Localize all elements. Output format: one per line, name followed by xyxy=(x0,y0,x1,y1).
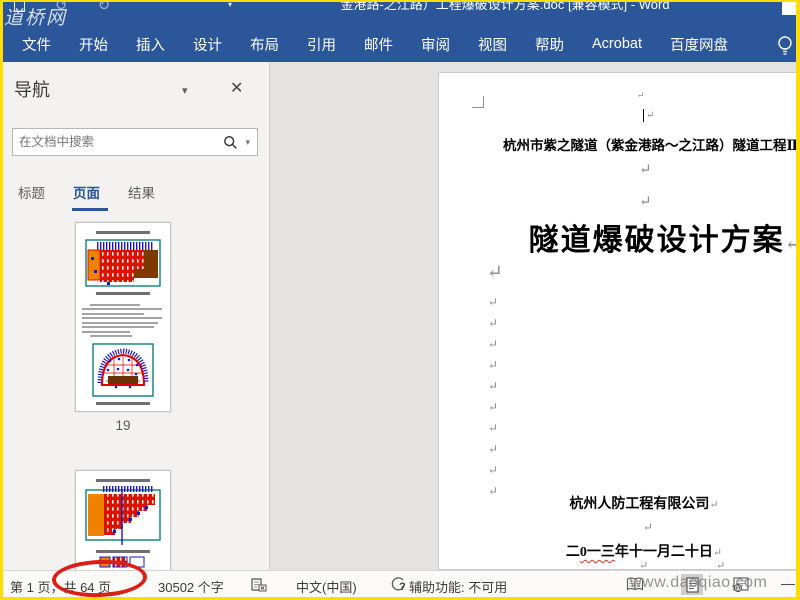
ribbon-tab-file[interactable]: 文件 xyxy=(8,26,65,63)
thumbnail-caption-bar xyxy=(96,401,150,405)
ribbon-tab-help[interactable]: 帮助 xyxy=(521,26,578,63)
nav-tab-results[interactable]: 结果 xyxy=(128,182,155,211)
paragraph-mark: ↵ xyxy=(488,421,499,435)
nav-tabs: 标题 页面 结果 xyxy=(18,182,155,211)
status-bar: 第 1 页，共 64 页 30502 个字 中文(中国) ? 辅助功能: 不可用 xyxy=(0,570,800,597)
zoom-out-button[interactable]: — xyxy=(781,575,795,591)
paragraph-mark: ↵ xyxy=(716,560,726,571)
nav-close-icon[interactable]: ✕ xyxy=(230,78,243,98)
paragraph-mark: ↵ xyxy=(639,162,652,178)
paragraph-mark: ↵ xyxy=(709,499,719,511)
search-icon[interactable] xyxy=(223,135,238,150)
blasting-layout-diagram xyxy=(85,239,161,287)
paragraph-mark: ↵ xyxy=(637,90,645,100)
paragraph-mark: ↵ xyxy=(488,379,499,393)
redo-icon[interactable]: ↻ xyxy=(98,0,111,14)
paragraph-mark: ↵ xyxy=(646,110,655,121)
thumbnail-caption-bar xyxy=(96,550,150,553)
language-status[interactable]: 中文(中国) xyxy=(296,577,357,596)
ribbon-tab-acrobat[interactable]: Acrobat xyxy=(578,28,656,60)
daoqiao-watermark-top: 道桥网 xyxy=(4,8,68,29)
thumbnail-page-number: 19 xyxy=(115,418,131,433)
ribbon-tab-view[interactable]: 视图 xyxy=(464,26,521,63)
paragraph-mark: ↵ xyxy=(488,400,499,414)
paragraph-mark: ↵ xyxy=(639,560,649,571)
search-dropdown-icon[interactable]: ▾ xyxy=(245,137,250,148)
text-cursor xyxy=(643,109,644,122)
frame-border xyxy=(0,0,800,2)
paragraph-mark: ↵ xyxy=(643,520,654,534)
nav-tab-headings[interactable]: 标题 xyxy=(18,182,45,211)
paragraph-mark: ↵ xyxy=(488,295,499,309)
document-main-title: 隧道爆破设计方案↵ xyxy=(516,215,800,259)
accessibility-icon[interactable]: ? xyxy=(390,577,407,593)
page-number-status[interactable]: 第 1 页，共 64 页 xyxy=(10,577,111,596)
frame-border xyxy=(796,0,800,600)
nav-options-caret-icon[interactable]: ▾ xyxy=(182,84,188,97)
ribbon-tab-layout[interactable]: 布局 xyxy=(236,26,293,63)
page-thumbnail-20[interactable] xyxy=(75,470,171,570)
ribbon-tab-review[interactable]: 审阅 xyxy=(407,26,464,63)
paragraph-mark: ↵ xyxy=(488,316,499,330)
lightbulb-icon[interactable] xyxy=(776,34,794,58)
paragraph-mark: ↵ xyxy=(488,442,499,456)
daoqiao-watermark-bottom: www.daoqiao.com xyxy=(630,574,768,591)
tunnel-cross-section-diagram xyxy=(92,342,154,397)
page-thumbnail-19[interactable] xyxy=(75,222,171,412)
empty-paragraph-marks: ↵ ↵ ↵ ↵ ↵ ↵ ↵ ↵ ↵ ↵ xyxy=(488,292,498,502)
title-bar: ↺ ↻ ▾ 金港路-之江路）工程爆破设计方案.doc [兼容模式] - Word xyxy=(0,0,800,26)
thumbnail-text-lines xyxy=(82,301,164,340)
paragraph-mark: ↵ xyxy=(488,463,499,477)
partial-diagram xyxy=(99,556,145,568)
thumbnail-caption-bar xyxy=(96,231,150,234)
paragraph-mark: ↵ xyxy=(488,484,499,498)
thumbnail-caption-bar xyxy=(96,479,150,482)
nav-tab-pages[interactable]: 页面 xyxy=(72,182,108,211)
document-date-line: 二0一三年十一月二十日↵ xyxy=(565,545,723,560)
document-canvas-area: ↵ ↵ 杭州市紫之隧道（紫金港路～之江路）隧道工程Ⅱ标↵ ↵ ↵ 隧道爆破设计方… xyxy=(270,62,800,570)
frame-border xyxy=(0,0,3,600)
corner-notch xyxy=(782,2,796,15)
spellcheck-squiggle: 0一三 xyxy=(579,545,615,560)
ribbon-tab-home[interactable]: 开始 xyxy=(65,26,122,63)
ribbon-tab-baidu-netdisk[interactable]: 百度网盘 xyxy=(656,26,742,63)
proofing-error-icon[interactable] xyxy=(250,577,268,593)
navigation-pane: 导航 ▾ ✕ ▾ 标题 页面 结果 xyxy=(0,62,270,570)
paragraph-mark: ↵ xyxy=(639,194,652,210)
ribbon-tab-design[interactable]: 设计 xyxy=(179,26,236,63)
accessibility-status[interactable]: 辅助功能: 不可用 xyxy=(409,577,507,596)
paragraph-mark: ↵ xyxy=(487,262,503,283)
ribbon-tab-mailings[interactable]: 邮件 xyxy=(350,26,407,63)
document-page[interactable]: ↵ ↵ 杭州市紫之隧道（紫金港路～之江路）隧道工程Ⅱ标↵ ↵ ↵ 隧道爆破设计方… xyxy=(438,72,800,570)
word-count-status[interactable]: 30502 个字 xyxy=(158,577,224,596)
document-search-box[interactable]: ▾ xyxy=(12,128,258,156)
ribbon-tab-insert[interactable]: 插入 xyxy=(122,26,179,63)
paragraph-mark: ↵ xyxy=(712,547,723,559)
paragraph-mark: ↵ xyxy=(488,337,499,351)
thumbnail-caption-bar xyxy=(96,292,150,295)
document-company-line: 杭州人防工程有限公司↵ xyxy=(569,497,719,512)
paragraph-mark: ↵ xyxy=(488,358,499,372)
ribbon-tab-strip: 文件 开始 插入 设计 布局 引用 邮件 审阅 视图 帮助 Acrobat 百度… xyxy=(0,26,800,62)
svg-text:?: ? xyxy=(399,581,406,593)
ribbon-tab-references[interactable]: 引用 xyxy=(293,26,350,63)
document-subtitle-line: 杭州市紫之隧道（紫金港路～之江路）隧道工程Ⅱ标↵ xyxy=(503,138,800,153)
stepped-blasting-diagram xyxy=(85,486,161,545)
margin-crop-mark xyxy=(472,96,484,108)
word-window: ↺ ↻ ▾ 金港路-之江路）工程爆破设计方案.doc [兼容模式] - Word… xyxy=(0,0,800,600)
search-input[interactable] xyxy=(13,135,217,149)
navigation-pane-title: 导航 xyxy=(14,80,50,100)
